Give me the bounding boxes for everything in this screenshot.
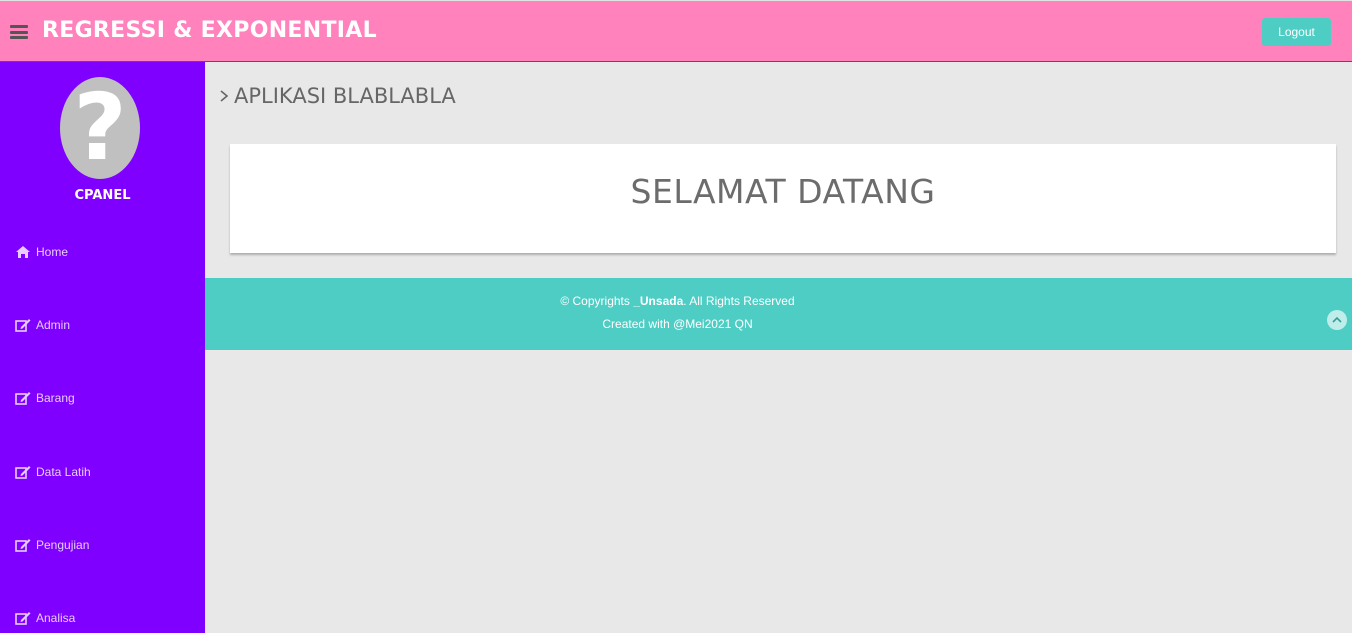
- edit-icon: [15, 391, 31, 405]
- avatar: ?: [60, 77, 140, 179]
- copyright-prefix: © Copyrights: [560, 294, 634, 308]
- copyright-brand: _Unsada: [633, 294, 684, 308]
- sidebar-item-pengujian[interactable]: Pengujian: [0, 533, 205, 557]
- sidebar-item-analisa[interactable]: Analisa: [0, 606, 205, 630]
- hamburger-icon[interactable]: [10, 25, 28, 39]
- footer-copyright: © Copyrights _Unsada. All Rights Reserve…: [205, 294, 1150, 308]
- sidebar-item-label: Analisa: [36, 611, 76, 625]
- chevron-right-icon: [218, 88, 230, 104]
- go-top-button[interactable]: [1327, 310, 1347, 330]
- sidebar-item-label: Admin: [36, 318, 71, 332]
- question-mark-icon: ?: [73, 77, 127, 179]
- copyright-suffix: . All Rights Reserved: [683, 294, 795, 308]
- sidebar: ? CPANEL Home Admin Barang Data Latih Pe…: [0, 62, 205, 633]
- page-title: APLIKASI BLABLABLA: [218, 82, 456, 110]
- page-title-text: APLIKASI BLABLABLA: [234, 84, 456, 108]
- footer: © Copyrights _Unsada. All Rights Reserve…: [205, 278, 1352, 350]
- welcome-text: SELAMAT DATANG: [630, 172, 936, 211]
- panel-label: CPANEL: [74, 188, 131, 203]
- footer-created: Created with @Mei2021 QN: [602, 317, 753, 331]
- sidebar-item-label: Data Latih: [36, 465, 91, 479]
- app-title: REGRESSI & EXPONENTIAL: [42, 18, 377, 43]
- edit-icon: [15, 538, 31, 552]
- sidebar-item-label: Barang: [36, 391, 75, 405]
- sidebar-item-admin[interactable]: Admin: [0, 313, 205, 337]
- chevron-up-icon: [1332, 316, 1342, 323]
- sidebar-item-data-latih[interactable]: Data Latih: [0, 460, 205, 484]
- logout-button[interactable]: Logout: [1262, 18, 1331, 46]
- sidebar-item-label: Pengujian: [36, 538, 90, 552]
- edit-icon: [15, 318, 31, 332]
- sidebar-item-label: Home: [36, 245, 69, 259]
- home-icon: [15, 245, 31, 259]
- edit-icon: [15, 465, 31, 479]
- edit-icon: [15, 611, 31, 625]
- sidebar-item-barang[interactable]: Barang: [0, 386, 205, 410]
- top-header-bar: REGRESSI & EXPONENTIAL Logout: [0, 0, 1352, 62]
- welcome-card: SELAMAT DATANG: [230, 144, 1336, 253]
- sidebar-item-home[interactable]: Home: [0, 240, 205, 264]
